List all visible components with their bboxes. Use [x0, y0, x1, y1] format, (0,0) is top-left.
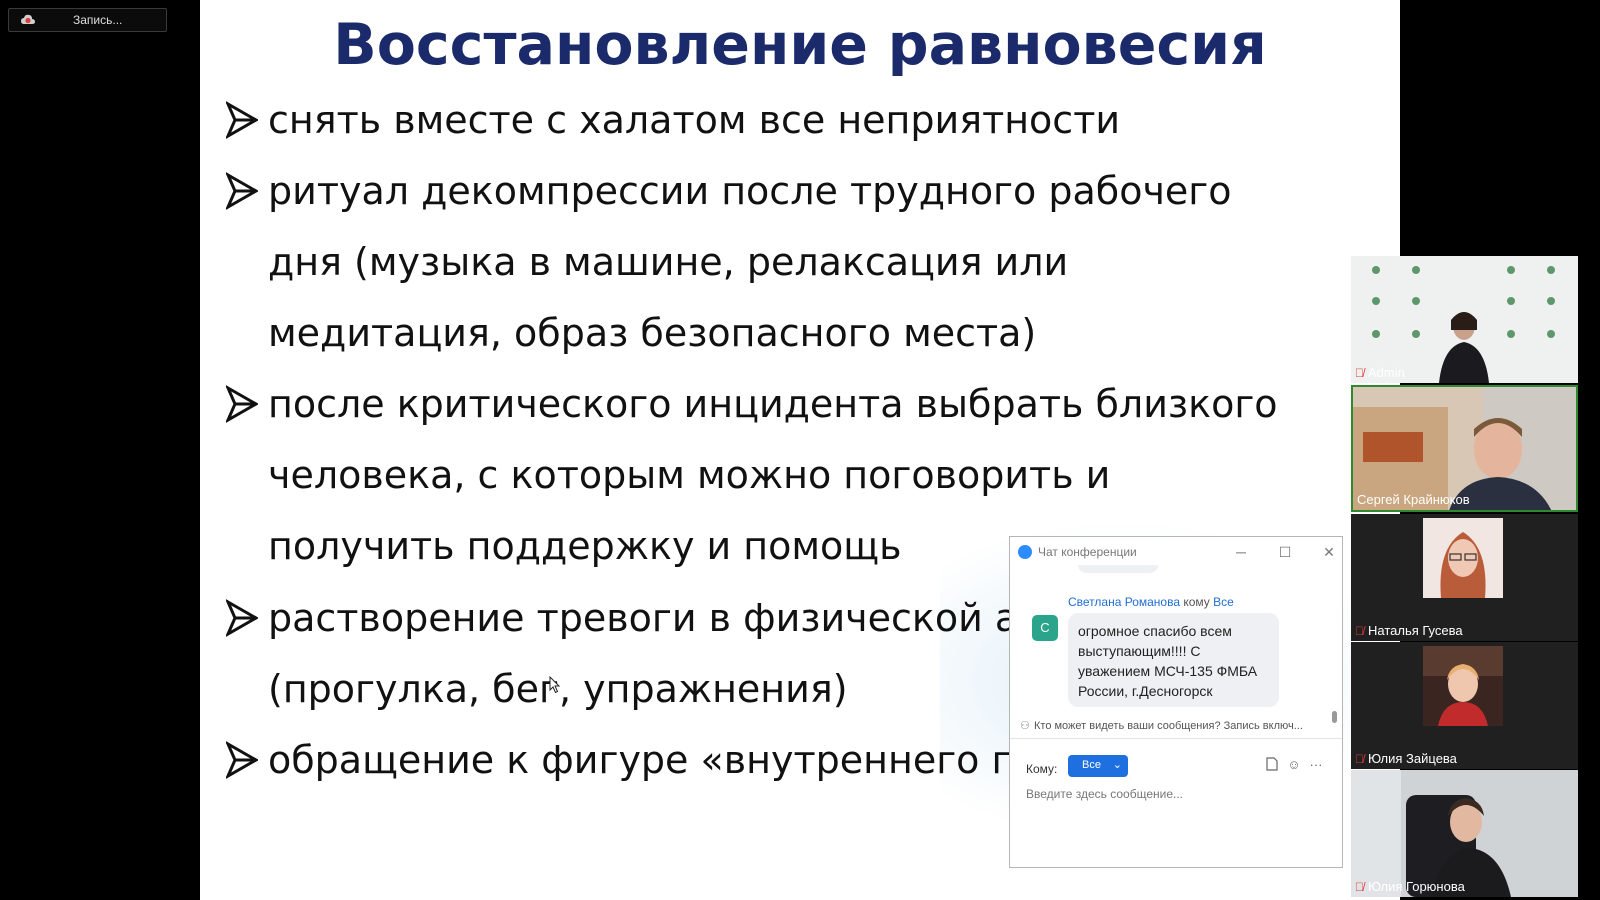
- recording-cloud-icon: [21, 14, 35, 24]
- visibility-notice[interactable]: ⚇ Кто может видеть ваши сообщения? Запись…: [1020, 719, 1332, 732]
- recording-label: Запись...: [73, 13, 123, 27]
- participant-name-label: 🎙̸ Юлия Зайцева: [1355, 751, 1457, 766]
- muted-microphone-icon: 🎙̸: [1355, 880, 1364, 894]
- participant-tile[interactable]: 🎙̸ Admin: [1351, 256, 1578, 383]
- divider: [1010, 738, 1342, 739]
- participant-tile-active-speaker[interactable]: Сергей Крайнюков: [1351, 385, 1578, 512]
- minimize-button[interactable]: ─: [1228, 541, 1254, 563]
- arrowhead-bullet-icon: [226, 172, 258, 210]
- participant-tile[interactable]: 🎙̸ Юлия Зайцева: [1351, 642, 1578, 769]
- muted-microphone-icon: 🎙̸: [1355, 624, 1364, 638]
- muted-microphone-icon: 🎙̸: [1355, 366, 1364, 380]
- zoom-logo-icon: [1018, 545, 1032, 559]
- arrowhead-bullet-icon: [226, 385, 258, 423]
- participant-avatar: [1423, 646, 1503, 726]
- meeting-chat-window[interactable]: Чат конференции ─ ☐ ✕ Светлана Романова …: [1009, 536, 1343, 868]
- participant-video: [1351, 256, 1578, 383]
- sender-avatar: С: [1032, 615, 1058, 641]
- participant-avatar: [1423, 518, 1503, 598]
- visibility-notice-text: Кто может видеть ваши сообщения? Запись …: [1034, 720, 1303, 732]
- scrollbar-thumb[interactable]: [1332, 711, 1337, 723]
- chat-window-title: Чат конференции: [1038, 545, 1137, 559]
- bullet-line: человека, с которым можно поговорить и: [268, 453, 1111, 497]
- participant-name-label: 🎙̸ Юлия Горюнова: [1355, 879, 1465, 894]
- message-to-word: кому: [1183, 595, 1210, 609]
- message-header: Светлана Романова кому Все: [1068, 595, 1234, 609]
- mouse-cursor-icon: [549, 676, 561, 694]
- close-button[interactable]: ✕: [1316, 541, 1342, 563]
- arrowhead-bullet-icon: [226, 101, 258, 139]
- recipient-dropdown-value: Все: [1082, 759, 1101, 771]
- participant-name-label: 🎙̸ Наталья Гусева: [1355, 623, 1463, 638]
- recipient-dropdown[interactable]: Все ⌄: [1068, 755, 1128, 777]
- bullet-line: дня (музыка в машине, релаксация или: [268, 240, 1069, 284]
- chat-titlebar[interactable]: Чат конференции ─ ☐ ✕: [1010, 537, 1342, 567]
- arrowhead-bullet-icon: [226, 741, 258, 779]
- participant-name-label: Сергей Крайнюков: [1357, 492, 1470, 507]
- message-recipient[interactable]: Все: [1213, 595, 1234, 609]
- muted-microphone-icon: 🎙̸: [1355, 752, 1364, 766]
- bullet-line: растворение тревоги в физической ак: [268, 596, 1042, 640]
- slide-title: Восстановление равновесия: [333, 12, 1267, 78]
- emoji-icon[interactable]: ☺: [1286, 757, 1302, 773]
- more-options-icon[interactable]: ···: [1308, 757, 1324, 773]
- bullet-line: получить поддержку и помощь: [268, 524, 902, 568]
- bullet-line: обращение к фигуре «внутреннего по: [268, 738, 1040, 782]
- chat-message-input[interactable]: [1026, 785, 1326, 803]
- participant-tile[interactable]: 🎙̸ Наталья Гусева: [1351, 514, 1578, 641]
- recording-indicator[interactable]: Запись...: [8, 8, 167, 32]
- chat-scrollbar[interactable]: [1332, 573, 1337, 723]
- file-icon[interactable]: [1264, 757, 1280, 773]
- arrowhead-bullet-icon: [226, 599, 258, 637]
- message-sender[interactable]: Светлана Романова: [1068, 595, 1180, 609]
- people-icon: ⚇: [1020, 720, 1030, 732]
- maximize-button[interactable]: ☐: [1272, 541, 1298, 563]
- to-label: Кому:: [1026, 762, 1058, 776]
- participant-name-label: 🎙̸ Admin: [1355, 365, 1405, 380]
- bullet-line: снять вместе с халатом все неприятности: [268, 98, 1121, 142]
- participant-tile[interactable]: 🎙̸ Юлия Горюнова: [1351, 770, 1578, 897]
- bullet-line: ритуал декомпрессии после трудного рабоч…: [268, 169, 1232, 213]
- previous-message-bubble: [1078, 565, 1158, 573]
- message-bubble: огромное спасибо всем выступающим!!!! С …: [1068, 613, 1279, 707]
- chevron-down-icon: ⌄: [1112, 759, 1122, 771]
- bullet-line: после критического инцидента выбрать бли…: [268, 382, 1278, 426]
- participant-video: [1351, 770, 1578, 897]
- bullet-line: медитация, образ безопасного места): [268, 311, 1037, 355]
